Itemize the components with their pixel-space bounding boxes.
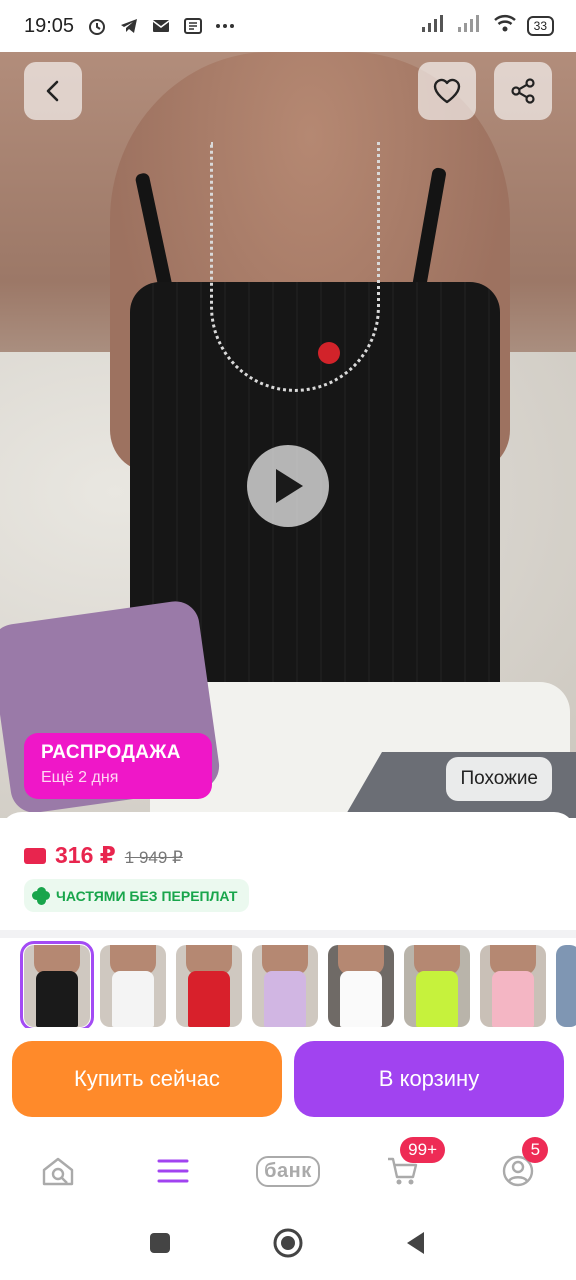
back-button[interactable] — [24, 62, 82, 120]
share-button[interactable] — [494, 62, 552, 120]
play-video-button[interactable] — [247, 445, 329, 527]
recent-apps-button[interactable] — [148, 1231, 172, 1260]
variant-thumbnail[interactable] — [176, 945, 242, 1027]
product-photo[interactable] — [0, 52, 576, 818]
favorite-button[interactable] — [418, 62, 476, 120]
variant-thumbnail[interactable] — [556, 945, 576, 1027]
telegram-icon — [118, 15, 140, 37]
bank-label: банк — [256, 1155, 320, 1187]
battery-indicator: 33 — [526, 16, 554, 36]
system-nav-bar — [0, 1210, 576, 1280]
profile-badge: 5 — [522, 1137, 549, 1163]
sale-badge[interactable]: РАСПРОДАЖА Ещё 2 дня — [24, 733, 212, 799]
chevron-left-icon — [46, 80, 59, 102]
circle-icon — [273, 1228, 303, 1257]
share-icon — [511, 78, 535, 104]
variant-thumbnail[interactable] — [100, 945, 166, 1027]
signal-icon-2 — [457, 13, 483, 39]
home-search-icon — [42, 1157, 73, 1186]
wallet-icon — [24, 848, 46, 864]
old-price: 1 949 ₽ — [124, 848, 183, 867]
square-icon — [150, 1232, 170, 1253]
action-bar: Купить сейчас В корзину — [0, 1028, 576, 1132]
installment-badge[interactable]: ЧАСТЯМИ БЕЗ ПЕРЕПЛАТ — [24, 879, 250, 912]
variant-thumbnail[interactable] — [328, 945, 394, 1027]
nav-bank[interactable]: банк — [248, 1141, 328, 1201]
cart-badge: 99+ — [400, 1137, 445, 1163]
clover-icon — [32, 886, 50, 905]
photo-rose-detail — [318, 342, 340, 364]
variant-thumbnails — [20, 941, 576, 1031]
variant-thumbnail[interactable] — [480, 945, 546, 1027]
status-time: 19:05 — [24, 14, 75, 37]
system-back-button[interactable] — [404, 1230, 428, 1261]
news-icon — [182, 15, 204, 37]
current-price: 316 ₽ — [55, 842, 116, 868]
nav-cart[interactable]: 99+ — [363, 1137, 445, 1201]
nav-home[interactable] — [18, 1141, 98, 1201]
price-card: 316 ₽ 1 949 ₽ — [0, 812, 576, 930]
mail-icon — [150, 15, 172, 37]
status-bar: 19:05 33 — [0, 0, 576, 52]
home-button[interactable] — [272, 1227, 304, 1264]
nav-profile[interactable]: 5 — [478, 1137, 558, 1201]
variant-thumbnail[interactable] — [20, 941, 94, 1031]
photo-necklace — [210, 142, 380, 392]
bottom-nav: банк 99+ 5 — [0, 1132, 576, 1210]
nav-catalog[interactable] — [133, 1141, 213, 1201]
menu-icon — [157, 1159, 189, 1183]
play-icon — [276, 469, 303, 503]
buy-now-button[interactable]: Купить сейчас — [12, 1041, 282, 1117]
more-icon — [214, 15, 236, 37]
heart-icon — [433, 78, 461, 104]
add-to-cart-button[interactable]: В корзину — [294, 1041, 564, 1117]
installment-label: ЧАСТЯМИ БЕЗ ПЕРЕПЛАТ — [56, 887, 238, 904]
triangle-back-icon — [407, 1231, 424, 1254]
sale-badge-title: РАСПРОДАЖА — [41, 742, 181, 763]
variant-thumbnail[interactable] — [252, 945, 318, 1027]
section-divider — [0, 930, 576, 938]
sale-badge-subtitle: Ещё 2 дня — [41, 769, 119, 786]
wifi-icon — [493, 13, 517, 39]
signal-icon — [421, 13, 447, 39]
similar-button[interactable]: Похожие — [446, 757, 552, 801]
variant-thumbnail[interactable] — [404, 945, 470, 1027]
alarm-icon — [86, 15, 108, 37]
